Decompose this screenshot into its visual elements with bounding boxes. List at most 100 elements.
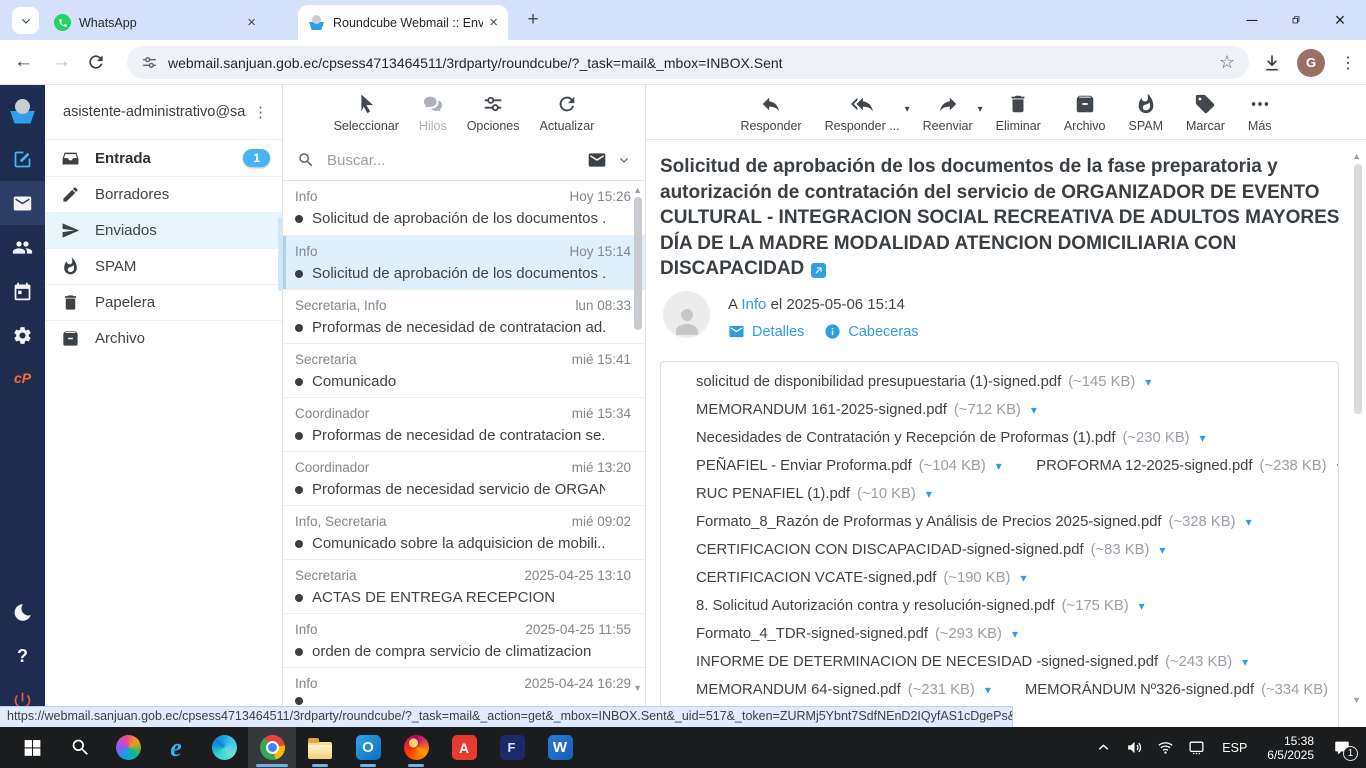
rail-item-cpanel[interactable]: cP [0,357,45,401]
rail-item-gear[interactable] [0,313,45,357]
message-row[interactable]: Secretaria mié 15:41 Comunicado [283,343,645,397]
open-in-new-window-icon[interactable] [811,263,826,278]
button-responder[interactable]: ▾ Responder ... [821,93,904,139]
close-button[interactable]: × [1318,0,1362,40]
attachment-item[interactable]: RUC PENAFIEL (1).pdf (~10 KB) ▾ [673,486,932,502]
headers-button[interactable]: Cabeceras [824,323,918,340]
attachment-menu-caret-icon[interactable]: ▾ [1031,403,1037,417]
profile-avatar[interactable]: G [1297,49,1325,77]
button-seleccionar[interactable]: ▾ Seleccionar [330,93,403,140]
list-scroll-down-icon[interactable]: ▼ [633,683,642,693]
notification-center-button[interactable]: 1 [1326,734,1358,761]
message-row[interactable]: Secretaria, Info lun 08:33 Proformas de … [283,289,645,343]
volume-icon[interactable] [1121,734,1148,761]
attachment-name[interactable]: Formato_4_TDR-signed-signed.pdf [696,626,928,642]
details-button[interactable]: Detalles [728,323,804,340]
attachment-item[interactable]: PROFORMA 12-2025-signed.pdf (~238 KB) ▾ [1013,458,1326,474]
button-responder[interactable]: ▾ Responder [736,93,805,139]
list-scrollbar[interactable] [634,197,642,330]
address-bar[interactable]: webmail.sanjuan.gob.ec/cpsess4713464511/… [127,46,1249,79]
reload-button[interactable] [86,52,106,72]
button-spam[interactable]: ▾ SPAM [1125,93,1168,139]
taskbar-app-firefox[interactable] [392,727,440,768]
attachment-item[interactable]: Formato_8_Razón de Proformas y Análisis … [673,514,1252,530]
attachment-name[interactable]: CERTIFICACION VCATE-signed.pdf [696,570,936,586]
attachment-item[interactable]: MEMORANDUM 64-signed.pdf (~231 KB) ▾ [673,682,974,698]
tray-chevron-up-icon[interactable] [1090,734,1117,761]
downloads-icon[interactable] [1262,53,1282,73]
rail-item-mail[interactable] [0,181,45,225]
list-scroll-up-icon[interactable]: ▲ [633,185,642,195]
message-row[interactable]: Info Hoy 15:26 Solicitud de aprobación d… [283,181,645,235]
browser-tab-roundcube[interactable]: Roundcube Webmail :: Enviados × [298,5,508,40]
taskbar-app-start[interactable] [8,727,56,768]
minimize-button[interactable]: ─ [1230,0,1274,40]
attachment-name[interactable]: MEMORÁNDUM Nº326-signed.pdf [1025,682,1254,698]
button-marcar[interactable]: ▾ Marcar [1182,93,1229,139]
attachment-menu-caret-icon[interactable]: ▾ [1012,627,1018,641]
attachment-name[interactable]: RUC PENAFIEL (1).pdf [696,486,850,502]
browser-menu-icon[interactable]: ⋮ [1340,53,1356,73]
workspace-icon[interactable] [1183,734,1210,761]
taskbar-app-chrome[interactable] [248,727,296,768]
button-actualizar[interactable]: ▾ Actualizar [536,93,599,140]
back-button[interactable]: ← [14,51,33,73]
rail-item-help[interactable]: ? [0,634,45,678]
taskbar-app-internet-explorer[interactable]: e [152,727,200,768]
button-reenviar[interactable]: ▾ Reenviar [919,93,977,139]
search-scope-envelope-icon[interactable] [587,150,607,170]
button-opciones[interactable]: ▾ Opciones [463,93,524,140]
attachment-name[interactable]: MEMORANDUM 161-2025-signed.pdf [696,402,947,418]
rail-item-users[interactable] [0,225,45,269]
attachment-menu-caret-icon[interactable]: ▾ [1020,571,1026,585]
taskbar-app-edge[interactable] [200,727,248,768]
rail-item-calendar[interactable] [0,269,45,313]
browser-tab-whatsapp[interactable]: WhatsApp × [44,5,266,40]
forward-button[interactable]: → [52,51,71,73]
button-archivo[interactable]: ▾ Archivo [1060,93,1110,139]
taskbar-app-word[interactable]: W [536,727,584,768]
search-input[interactable] [325,151,577,170]
attachment-name[interactable]: INFORME DE DETERMINACION DE NECESIDAD -s… [696,654,1158,670]
attachment-item[interactable]: Formato_4_TDR-signed-signed.pdf (~293 KB… [673,626,1018,642]
message-row[interactable]: Secretaria 2025-04-25 13:10 ACTAS DE ENT… [283,559,645,613]
attachment-menu-caret-icon[interactable]: ▾ [1145,375,1151,389]
attachment-name[interactable]: solicitud de disponibilidad presupuestar… [696,374,1061,390]
tab-search-button[interactable] [12,7,39,34]
folder-scrollbar[interactable] [278,217,282,291]
account-menu-icon[interactable]: ⋮ [247,103,274,121]
attachment-item[interactable]: solicitud de disponibilidad presupuestar… [673,374,1151,390]
taskbar-app-acrobat[interactable]: A [440,727,488,768]
taskbar-app-f-app[interactable]: F [488,727,536,768]
message-row[interactable]: Coordinador mié 15:34 Proformas de neces… [283,397,645,451]
bookmark-star-icon[interactable]: ☆ [1219,52,1235,73]
attachment-menu-caret-icon[interactable]: ▾ [985,683,991,697]
language-indicator[interactable]: ESP [1214,741,1255,755]
taskbar-app-file-explorer[interactable] [296,727,344,768]
button-m-s[interactable]: ▾ Más [1244,93,1276,139]
attachment-menu-caret-icon[interactable]: ▾ [996,459,1002,473]
search-options-chevron-icon[interactable] [617,153,631,167]
new-tab-button[interactable]: + [521,8,545,32]
attachment-menu-caret-icon[interactable]: ▾ [1200,431,1206,445]
button-archivo[interactable]: Archivo [45,320,282,356]
message-row[interactable]: Coordinador mié 13:20 Proformas de neces… [283,451,645,505]
site-settings-icon[interactable] [141,54,158,71]
attachment-item[interactable]: INFORME DE DETERMINACION DE NECESIDAD -s… [673,654,1248,670]
button-borradores[interactable]: Borradores [45,176,282,212]
attachment-menu-caret-icon[interactable]: ▾ [926,487,932,501]
attachment-item[interactable]: MEMORANDUM 161-2025-signed.pdf (~712 KB)… [673,402,1037,418]
attachment-menu-caret-icon[interactable]: ▾ [1139,599,1145,613]
message-row[interactable]: Info, Secretaria mié 09:02 Comunicado so… [283,505,645,559]
button-entrada[interactable]: Entrada 1 [45,140,282,176]
attachment-name[interactable]: Formato_8_Razón de Proformas y Análisis … [696,514,1162,530]
attachment-name[interactable]: PROFORMA 12-2025-signed.pdf [1036,458,1252,474]
dropdown-caret-icon[interactable]: ▾ [978,104,983,115]
attachment-item[interactable]: CERTIFICACION CON DISCAPACIDAD-signed-si… [673,542,1165,558]
rail-item-compose[interactable] [0,137,45,181]
attachment-item[interactable]: CERTIFICACION VCATE-signed.pdf (~190 KB)… [673,570,1026,586]
button-enviados[interactable]: Enviados [45,212,282,248]
attachment-name[interactable]: PEÑAFIEL - Enviar Proforma.pdf [696,458,912,474]
attachment-menu-caret-icon[interactable]: ▾ [1337,459,1339,473]
attachment-name[interactable]: MEMORANDUM 64-signed.pdf [696,682,901,698]
